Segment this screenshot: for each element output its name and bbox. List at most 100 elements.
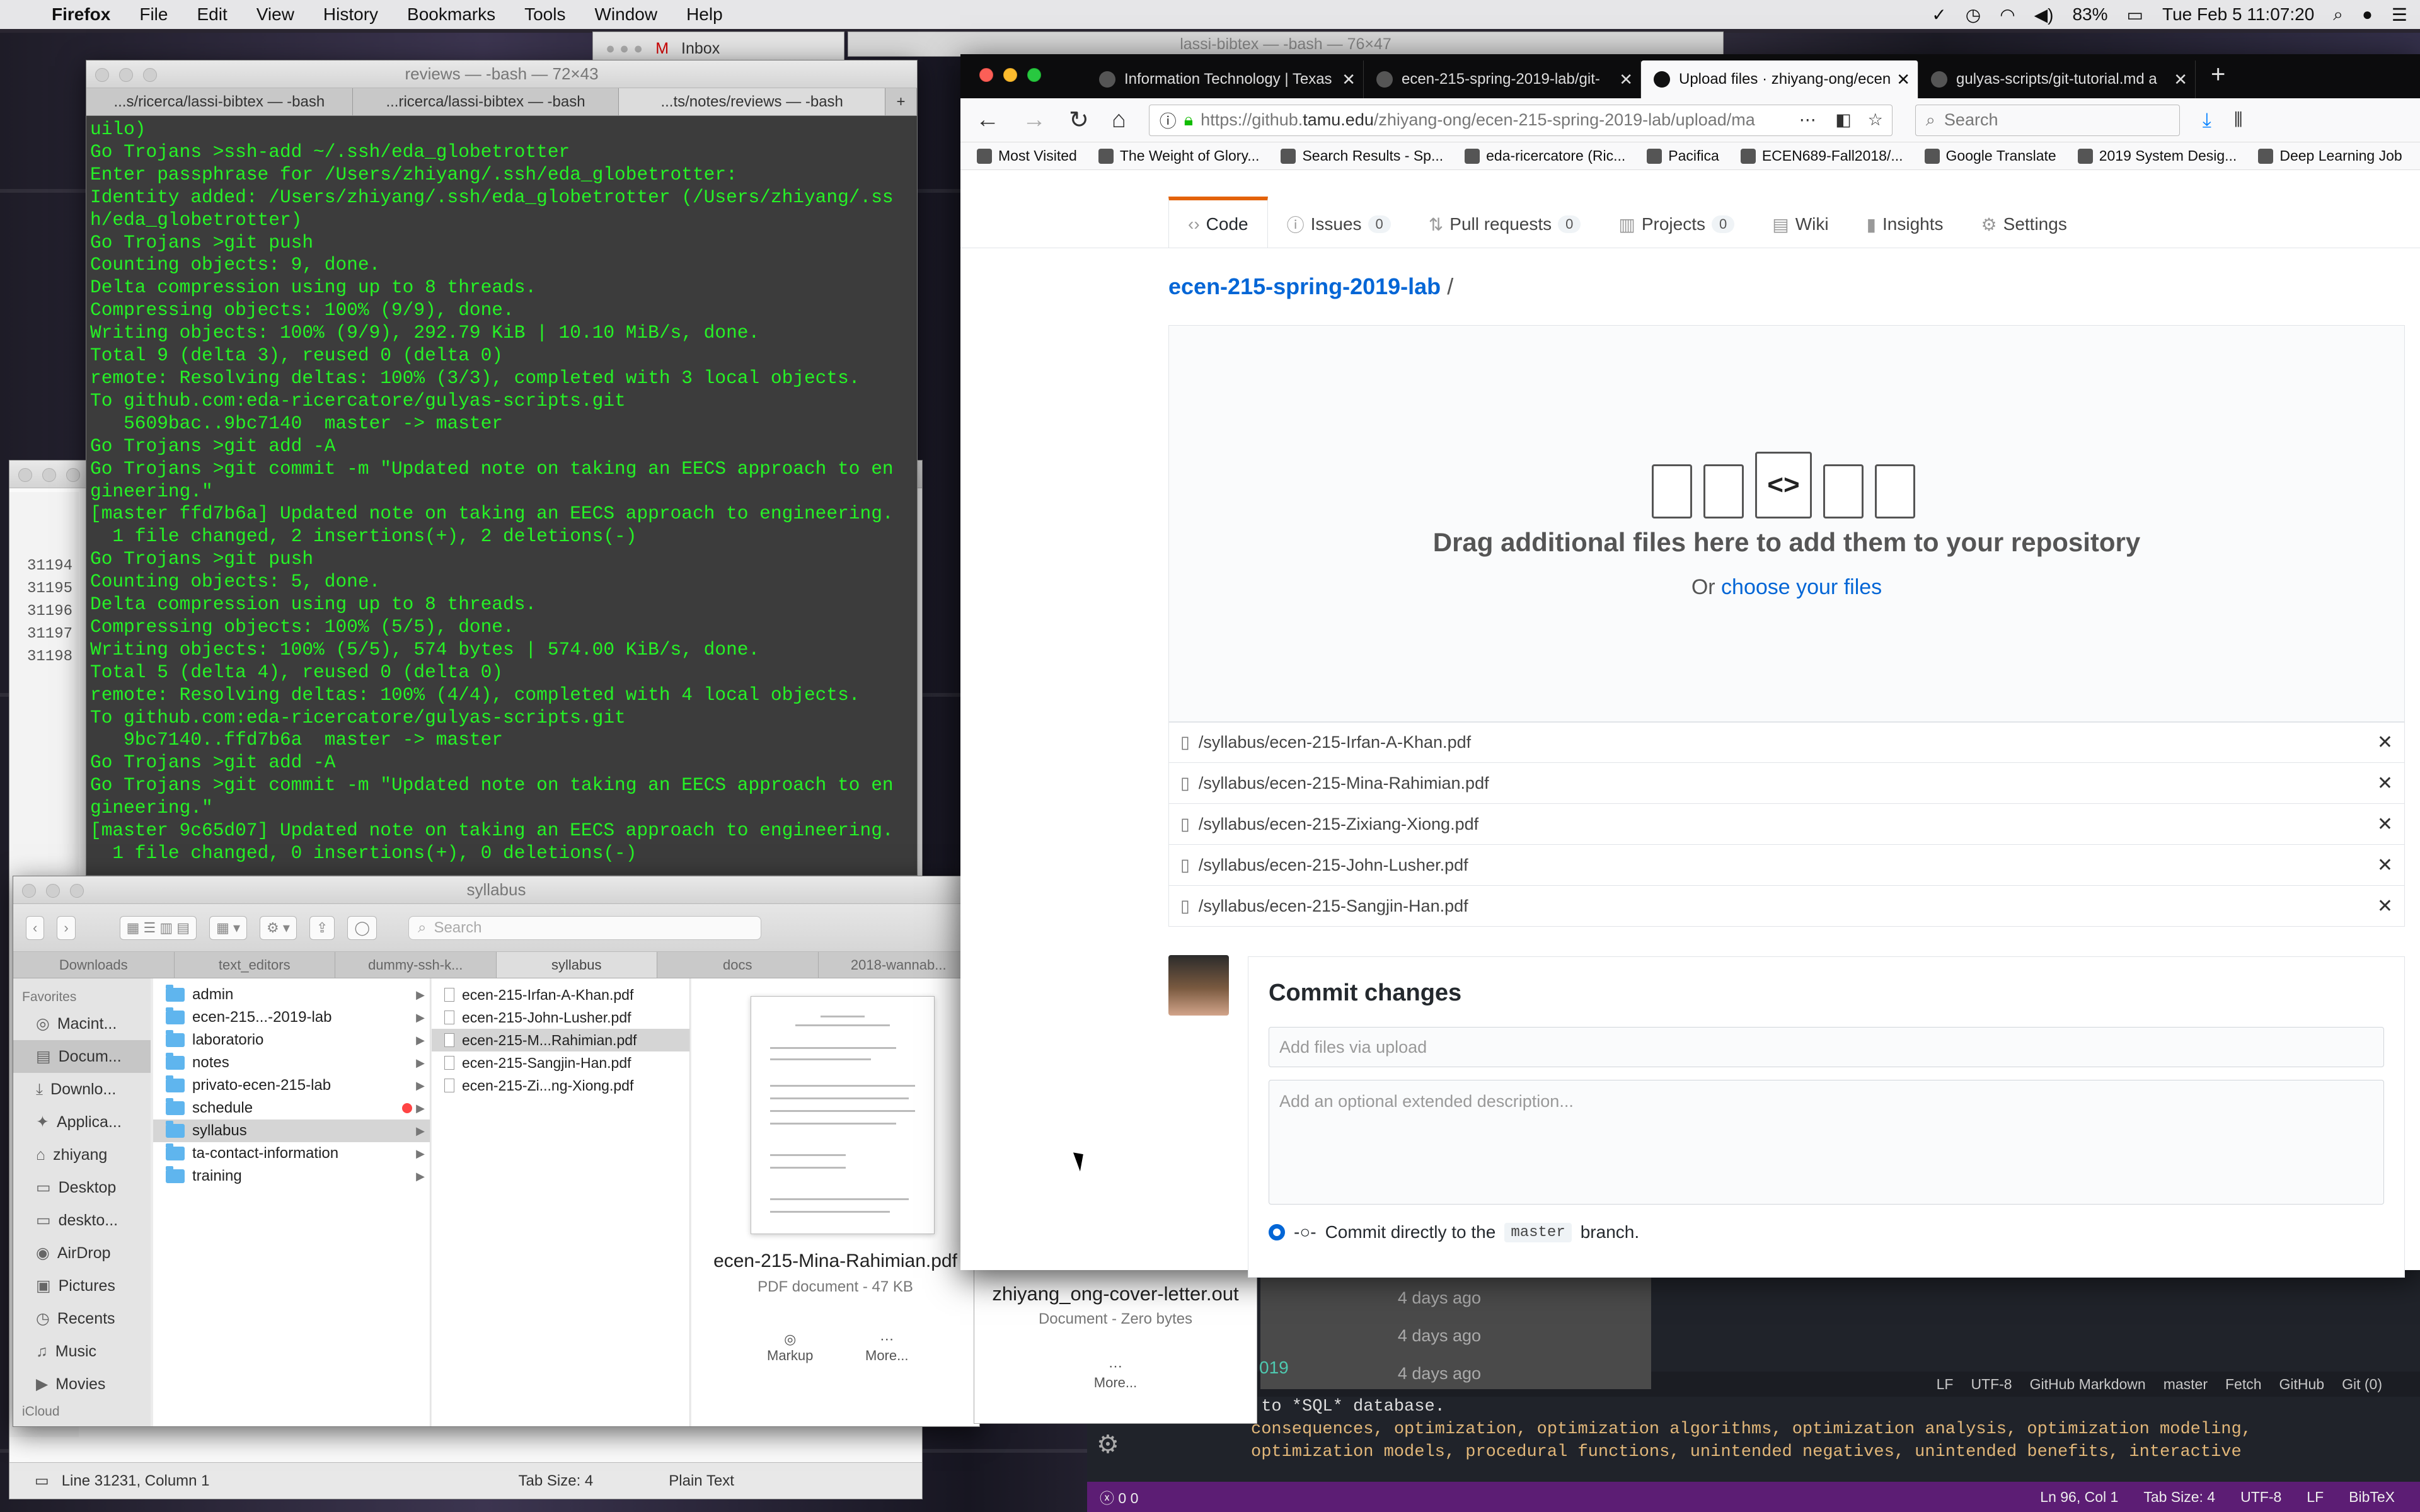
view-icons-button[interactable]: ▦ ☰ ▥ ▤: [119, 915, 197, 940]
info-icon[interactable]: ⓘ: [1160, 108, 1177, 132]
menu-app-name[interactable]: Firefox: [52, 4, 110, 25]
notification-center-icon[interactable]: ☰: [2392, 4, 2407, 25]
tab-wiki[interactable]: ▤ Wiki: [1753, 200, 1847, 248]
tab-pull-requests[interactable]: ⇅ Pull requests 0: [1410, 200, 1600, 248]
bookmark-item[interactable]: The Weight of Glory...: [1098, 147, 1259, 164]
status-item[interactable]: master: [2164, 1376, 2208, 1393]
wifi-icon[interactable]: ◠: [2000, 4, 2015, 25]
tab-settings[interactable]: ⚙ Settings: [1962, 200, 2086, 248]
new-tab-button[interactable]: +: [885, 88, 917, 115]
commit-message-input[interactable]: Add files via upload: [1269, 1027, 2384, 1067]
status-item[interactable]: GitHub Markdown: [2030, 1376, 2146, 1393]
tab-projects[interactable]: ▥ Projects 0: [1599, 200, 1753, 248]
bottom-status-item[interactable]: BibTeX: [2349, 1489, 2395, 1506]
file-drop-zone[interactable]: <> Drag additional files here to add the…: [1168, 325, 2405, 722]
folder-row[interactable]: privato-ecen-215-lab ▶: [153, 1074, 430, 1097]
finder-tab[interactable]: Downloads: [13, 952, 175, 978]
terminal-tab[interactable]: ...s/ricerca/lassi-bibtex — -bash: [86, 88, 353, 115]
error-warning-count[interactable]: ⓧ 0 0: [1100, 1486, 1138, 1508]
browser-tab[interactable]: ecen-215-spring-2019-lab/git- ✕: [1364, 60, 1641, 98]
tab-issues[interactable]: ⓘ Issues 0: [1268, 200, 1410, 248]
finder-search-input[interactable]: ⌕ Search: [408, 915, 761, 940]
choose-files-link[interactable]: choose your files: [1721, 575, 1882, 599]
sidebar-item[interactable]: ▤ Docum...: [13, 1040, 151, 1073]
settings-gear-icon[interactable]: ⚙: [1097, 1430, 1119, 1459]
downloads-icon[interactable]: ⤓: [2203, 108, 2211, 132]
forward-button[interactable]: ›: [57, 915, 76, 940]
bottom-status-item[interactable]: UTF-8: [2240, 1489, 2281, 1506]
doc-more-button[interactable]: ⋯ More...: [974, 1358, 1257, 1391]
action-gear-icon[interactable]: ⚙ ▾: [260, 915, 297, 940]
zoom-button[interactable]: [143, 68, 157, 82]
page-actions-icon[interactable]: ⋯: [1799, 110, 1816, 130]
menu-bookmarks[interactable]: Bookmarks: [407, 4, 495, 25]
tab-insights[interactable]: ▮ Insights: [1848, 200, 1962, 248]
folder-row[interactable]: admin ▶: [153, 983, 430, 1006]
atom-code[interactable]: to *SQL* database. consequences, optimiza…: [1251, 1395, 2252, 1463]
commit-description-textarea[interactable]: Add an optional extended description...: [1269, 1080, 2384, 1205]
minimize-button[interactable]: [46, 884, 60, 898]
remove-file-icon[interactable]: ✕: [2377, 772, 2393, 794]
finder-tab[interactable]: 2018-wannab...: [819, 952, 979, 978]
sidebar-item[interactable]: ⌂ zhiyang: [13, 1138, 151, 1171]
bookmark-item[interactable]: Most Visited: [977, 147, 1077, 164]
tags-icon[interactable]: ◯: [347, 915, 377, 940]
sidebar-item[interactable]: ◉ AirDrop: [13, 1237, 151, 1269]
sidebar-item[interactable]: ▣ Pictures: [13, 1269, 151, 1302]
cursor-position[interactable]: Line 31231, Column 1: [62, 1472, 210, 1490]
folder-row[interactable]: laboratorio ▶: [153, 1029, 430, 1051]
close-button[interactable]: [22, 884, 36, 898]
new-tab-button[interactable]: +: [2211, 60, 2225, 98]
minimize-button[interactable]: [119, 68, 133, 82]
volume-icon[interactable]: ◀): [2034, 4, 2054, 25]
commit-directly-radio[interactable]: [1269, 1224, 1285, 1240]
spotlight-icon[interactable]: ⌕: [2333, 4, 2343, 25]
terminal-output[interactable]: uilo) Go Trojans >ssh-add ~/.ssh/eda_glob…: [86, 116, 917, 875]
folder-row[interactable]: ta-contact-information ▶: [153, 1142, 430, 1165]
bookmark-item[interactable]: Deep Learning Job: [2258, 147, 2402, 164]
group-button[interactable]: ▦ ▾: [209, 915, 248, 940]
remove-file-icon[interactable]: ✕: [2377, 731, 2393, 753]
close-button[interactable]: [95, 68, 109, 82]
close-tab-icon[interactable]: ✕: [2174, 70, 2187, 89]
status-item[interactable]: GitHub: [2279, 1376, 2325, 1393]
bookmark-item[interactable]: Google Translate: [1924, 147, 2056, 164]
menu-window[interactable]: Window: [594, 4, 657, 25]
close-tab-icon[interactable]: ✕: [1342, 70, 1356, 89]
browser-tab-active[interactable]: Upload files · zhiyang-ong/ecen ✕: [1641, 60, 1918, 98]
folder-row[interactable]: training ▶: [153, 1165, 430, 1188]
zoom-button[interactable]: [70, 884, 84, 898]
forward-arrow-icon[interactable]: →: [1022, 106, 1046, 134]
siri-icon[interactable]: ●: [2362, 4, 2373, 25]
browser-tab[interactable]: gulyas-scripts/git-tutorial.md a ✕: [1918, 60, 2196, 98]
bookmark-item[interactable]: Search Results - Sp...: [1281, 147, 1443, 164]
menu-help[interactable]: Help: [686, 4, 723, 25]
checkmark-icon[interactable]: ✓: [1932, 4, 1946, 25]
more-button[interactable]: ⋯ More...: [865, 1331, 908, 1364]
sidebar-item[interactable]: ♫ Music: [13, 1335, 151, 1368]
folder-row[interactable]: notes ▶: [153, 1051, 430, 1074]
menu-view[interactable]: View: [256, 4, 294, 25]
remove-file-icon[interactable]: ✕: [2377, 854, 2393, 876]
remove-file-icon[interactable]: ✕: [2377, 813, 2393, 835]
back-arrow-icon[interactable]: ←: [976, 106, 1000, 134]
markup-button[interactable]: ◎ Markup: [767, 1331, 813, 1364]
browser-search-input[interactable]: ⌕ Search: [1915, 104, 2180, 136]
bookmark-item[interactable]: 2019 System Desig...: [2077, 147, 2237, 164]
close-tab-icon[interactable]: ✕: [1896, 70, 1910, 89]
finder-tab-active[interactable]: syllabus: [496, 952, 657, 978]
terminal-tab-active[interactable]: ...ts/notes/reviews — -bash: [619, 88, 886, 115]
close-button[interactable]: [18, 468, 32, 482]
file-row[interactable]: ecen-215-John-Lusher.pdf: [432, 1006, 689, 1029]
sidebar-item[interactable]: ✦ Applica...: [13, 1106, 151, 1138]
finder-tab[interactable]: text_editors: [175, 952, 335, 978]
bookmark-star-icon[interactable]: ☆: [1868, 110, 1883, 130]
folder-row[interactable]: ecen-215...-2019-lab ▶: [153, 1006, 430, 1029]
panel-icon[interactable]: ▭: [35, 1472, 49, 1490]
sidebar-item[interactable]: ◷ Recents: [13, 1302, 151, 1335]
file-row[interactable]: ecen-215-Sangjin-Han.pdf: [432, 1051, 689, 1074]
sidebar-item[interactable]: ▭ Desktop: [13, 1171, 151, 1204]
sidebar-item[interactable]: ◎ Macint...: [13, 1007, 151, 1040]
back-button[interactable]: ‹: [26, 915, 45, 940]
browser-tab[interactable]: Information Technology | Texas ✕: [1086, 60, 1364, 98]
